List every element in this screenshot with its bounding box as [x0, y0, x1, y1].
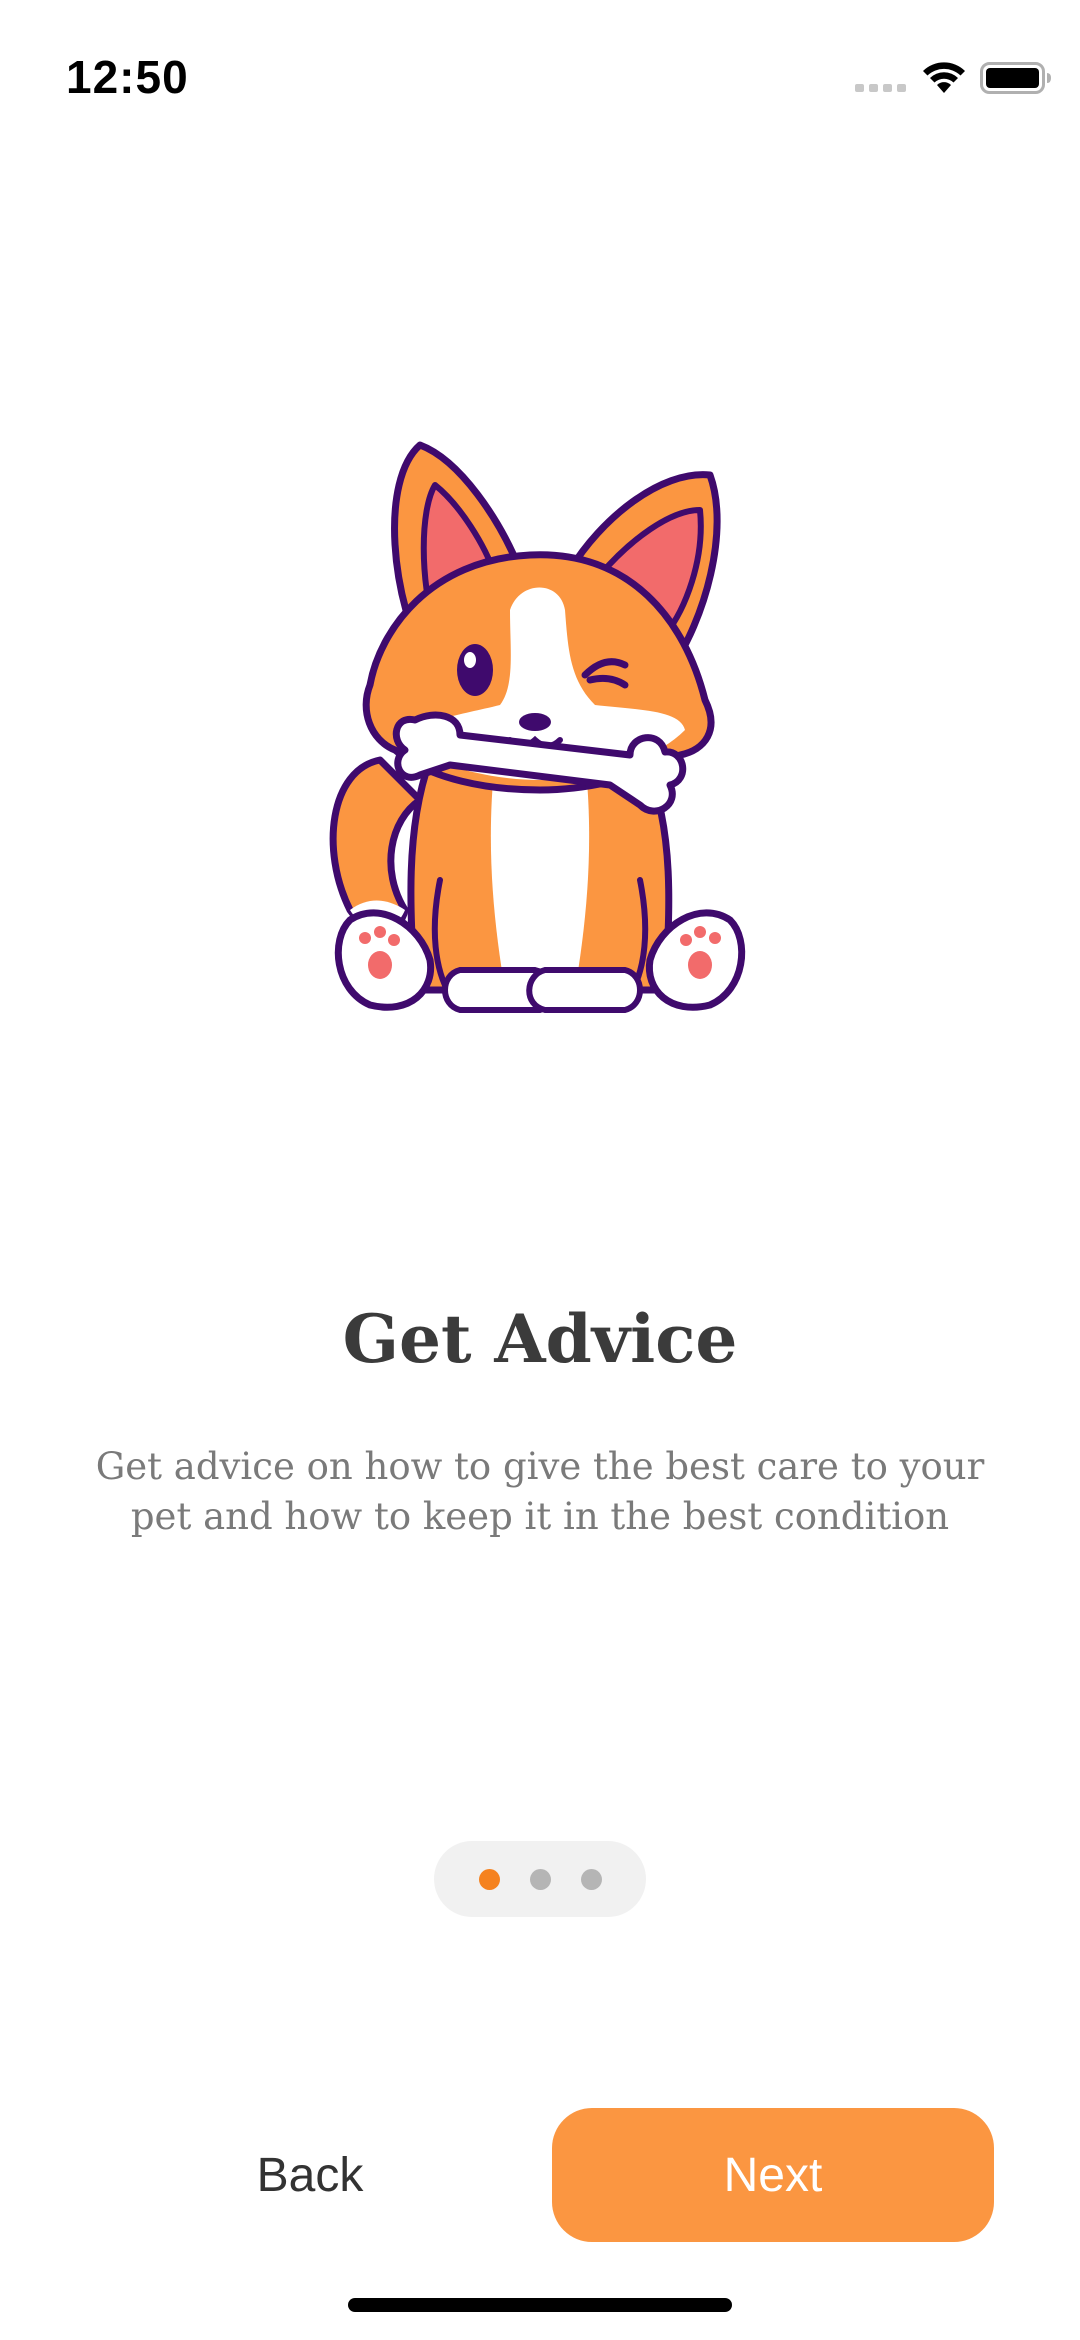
cellular-signal-icon — [855, 84, 906, 92]
wifi-icon — [923, 62, 965, 93]
page-dot-3[interactable] — [581, 1869, 602, 1890]
home-indicator[interactable] — [348, 2298, 732, 2312]
onboarding-title: Get Advice — [342, 1300, 738, 1378]
status-time: 12:50 — [66, 51, 189, 103]
corgi-illustration — [329, 441, 746, 1013]
battery-icon — [980, 62, 1051, 94]
page-dot-1-active[interactable] — [479, 1869, 500, 1890]
page-indicator — [434, 1841, 646, 1917]
page-dot-2[interactable] — [530, 1869, 551, 1890]
status-bar: 12:50 — [0, 0, 1080, 150]
onboarding-description: Get advice on how to give the best care … — [95, 1445, 985, 1538]
back-button[interactable]: Back — [180, 2110, 440, 2240]
next-button[interactable]: Next — [552, 2108, 994, 2242]
